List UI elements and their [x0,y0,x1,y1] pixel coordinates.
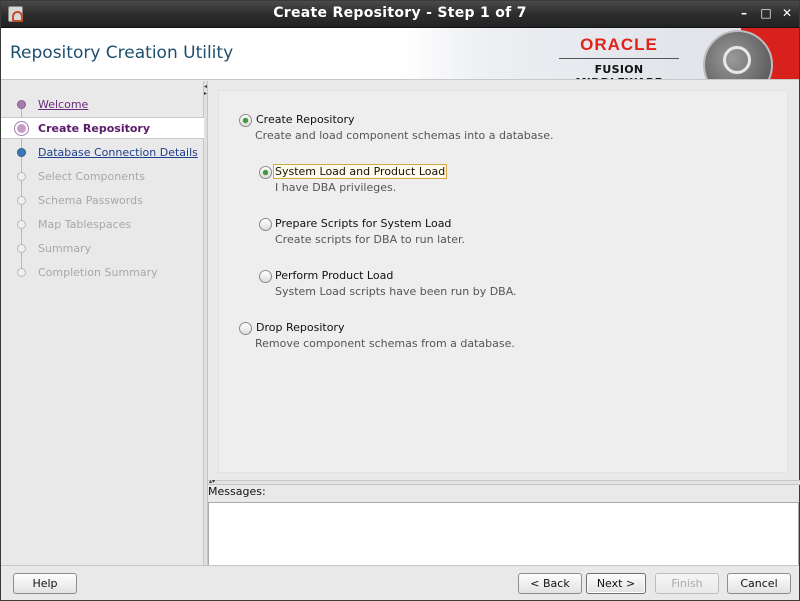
messages-area[interactable] [208,502,799,568]
step-welcome[interactable]: Welcome [1,94,204,116]
system-and-product-load-radio[interactable] [259,166,272,179]
messages-label: Messages: [208,485,266,498]
drop-repository-description: Remove component schemas from a database… [255,337,515,350]
oracle-logo: ORACLE FUSION MIDDLEWARE [559,35,679,79]
options-panel: Create Repository Create and load compon… [218,90,788,473]
perform-product-load-label[interactable]: Perform Product Load [275,269,393,282]
step-schema-passwords: Schema Passwords [1,190,204,212]
perform-product-load-radio[interactable] [259,270,272,283]
step-next-icon [17,148,26,157]
splitter-arrows-icon[interactable]: ▴▾ [209,478,215,485]
step-label: Database Connection Details [38,146,198,159]
horizontal-splitter[interactable]: ▴▾ [208,478,800,485]
step-label: Map Tablespaces [38,218,132,231]
maximize-icon[interactable]: □ [759,6,773,20]
back-button[interactable]: < Back [518,573,582,594]
step-label: Select Components [38,170,146,183]
step-label: Schema Passwords [38,194,143,207]
window-title: Create Repository - Step 1 of 7 [273,5,527,21]
prepare-scripts-label[interactable]: Prepare Scripts for System Load [275,217,451,230]
step-current-icon [15,122,28,135]
step-pending-icon [17,172,26,181]
drop-repository-radio[interactable] [239,322,252,335]
prepare-scripts-description: Create scripts for DBA to run later. [275,233,465,246]
step-completion-summary: Completion Summary [1,262,204,284]
drop-repository-label[interactable]: Drop Repository [256,321,344,334]
system-and-product-load-label[interactable]: System Load and Product Load [272,164,448,179]
minimize-icon[interactable]: – [737,6,751,20]
perform-product-load-description: System Load scripts have been run by DBA… [275,285,517,298]
step-label: Completion Summary [38,266,158,279]
step-done-icon [17,100,26,109]
step-map-tablespaces: Map Tablespaces [1,214,204,236]
system-and-product-load-description: I have DBA privileges. [275,181,397,194]
help-button[interactable]: Help [13,573,77,594]
cancel-button[interactable]: Cancel [727,573,791,594]
create-repository-radio[interactable] [239,114,252,127]
step-label: Create Repository [38,122,151,135]
step-select-components: Select Components [1,166,204,188]
step-summary: Summary [1,238,204,260]
step-label: Summary [38,242,92,255]
step-database-connection-details[interactable]: Database Connection Details [1,142,204,164]
header-banner: Repository Creation Utility ORACLE FUSIO… [1,28,799,80]
prepare-scripts-radio[interactable] [259,218,272,231]
title-bar[interactable]: Create Repository - Step 1 of 7 – □ ✕ [1,1,799,28]
oracle-brand: ORACLE [580,35,658,54]
step-pending-icon [17,268,26,277]
step-label: Welcome [38,98,89,111]
splitter-arrows-icon[interactable]: ◂ ▸ [204,83,207,97]
create-repository-description: Create and load component schemas into a… [255,129,554,142]
create-repository-label[interactable]: Create Repository [256,113,355,126]
page-title: Repository Creation Utility [10,43,234,63]
installer-window: Create Repository - Step 1 of 7 – □ ✕ Re… [0,0,800,601]
close-icon[interactable]: ✕ [780,6,794,20]
oracle-brand-sub: FUSION MIDDLEWARE [576,63,663,79]
finish-button: Finish [655,573,719,594]
button-bar: Help < Back Next > Finish Cancel [1,565,799,600]
step-pending-icon [17,244,26,253]
step-create-repository[interactable]: Create Repository [1,117,204,139]
step-pending-icon [17,220,26,229]
wizard-steps-nav: Welcome Create Repository Database Conne… [1,81,204,565]
step-pending-icon [17,196,26,205]
next-button[interactable]: Next > [586,573,646,594]
